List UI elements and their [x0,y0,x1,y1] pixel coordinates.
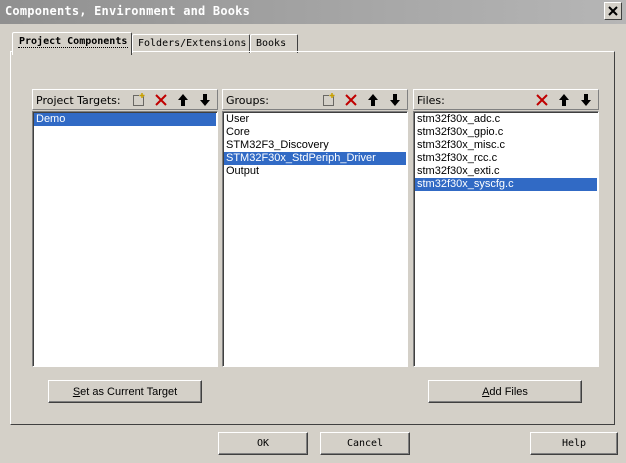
delete-icon [535,93,548,106]
add-files-button[interactable]: Add Files [428,380,582,403]
close-button[interactable] [604,2,622,20]
list-item[interactable]: Core [224,126,406,139]
set-current-target-button[interactable]: Set as Current Target [48,380,202,403]
targets-new-button[interactable] [129,91,148,108]
files-header: Files: [413,89,599,110]
ok-button[interactable]: OK [218,432,308,455]
move-up-icon [558,93,569,106]
files-delete-button[interactable] [532,91,551,108]
groups-new-button[interactable] [319,91,338,108]
groups-move-down-button[interactable] [385,91,404,108]
targets-header: Project Targets: [32,89,218,110]
move-up-icon [177,93,188,106]
targets-move-up-button[interactable] [173,91,192,108]
move-down-icon [199,93,210,106]
window-title: Components, Environment and Books [5,4,251,18]
delete-icon [344,93,357,106]
move-up-icon [367,93,378,106]
list-item[interactable]: STM32F3_Discovery [224,139,406,152]
targets-delete-button[interactable] [151,91,170,108]
groups-delete-button[interactable] [341,91,360,108]
targets-list[interactable]: Demo [32,111,218,367]
help-button[interactable]: Help [530,432,618,455]
delete-icon [154,93,167,106]
groups-move-up-button[interactable] [363,91,382,108]
cancel-button[interactable]: Cancel [320,432,410,455]
title-bar: Components, Environment and Books [0,0,626,24]
new-item-icon [322,92,334,106]
list-item[interactable]: stm32f30x_adc.c [415,113,597,126]
tab-project-components[interactable]: Project Components [12,32,132,55]
list-item[interactable]: stm32f30x_syscfg.c [415,178,597,191]
files-move-up-button[interactable] [554,91,573,108]
groups-header: Groups: [222,89,408,110]
groups-title: Groups: [226,94,269,107]
list-item[interactable]: stm32f30x_gpio.c [415,126,597,139]
new-item-icon [132,92,144,106]
files-title: Files: [417,94,445,107]
groups-list[interactable]: User Core STM32F3_Discovery STM32F30x_StdPe… [222,111,408,367]
files-list[interactable]: stm32f30x_adc.c stm32f30x_gpio.c stm32f30x… [413,111,599,367]
close-icon [608,6,618,16]
list-item[interactable]: stm32f30x_exti.c [415,165,597,178]
list-item[interactable]: stm32f30x_misc.c [415,139,597,152]
move-down-icon [389,93,400,106]
list-item[interactable]: STM32F30x_StdPeriph_Driver [224,152,406,165]
list-item[interactable]: Demo [34,113,216,126]
targets-move-down-button[interactable] [195,91,214,108]
list-item[interactable]: User [224,113,406,126]
files-move-down-button[interactable] [576,91,595,108]
list-item[interactable]: stm32f30x_rcc.c [415,152,597,165]
list-item[interactable]: Output [224,165,406,178]
targets-title: Project Targets: [36,94,121,107]
move-down-icon [580,93,591,106]
